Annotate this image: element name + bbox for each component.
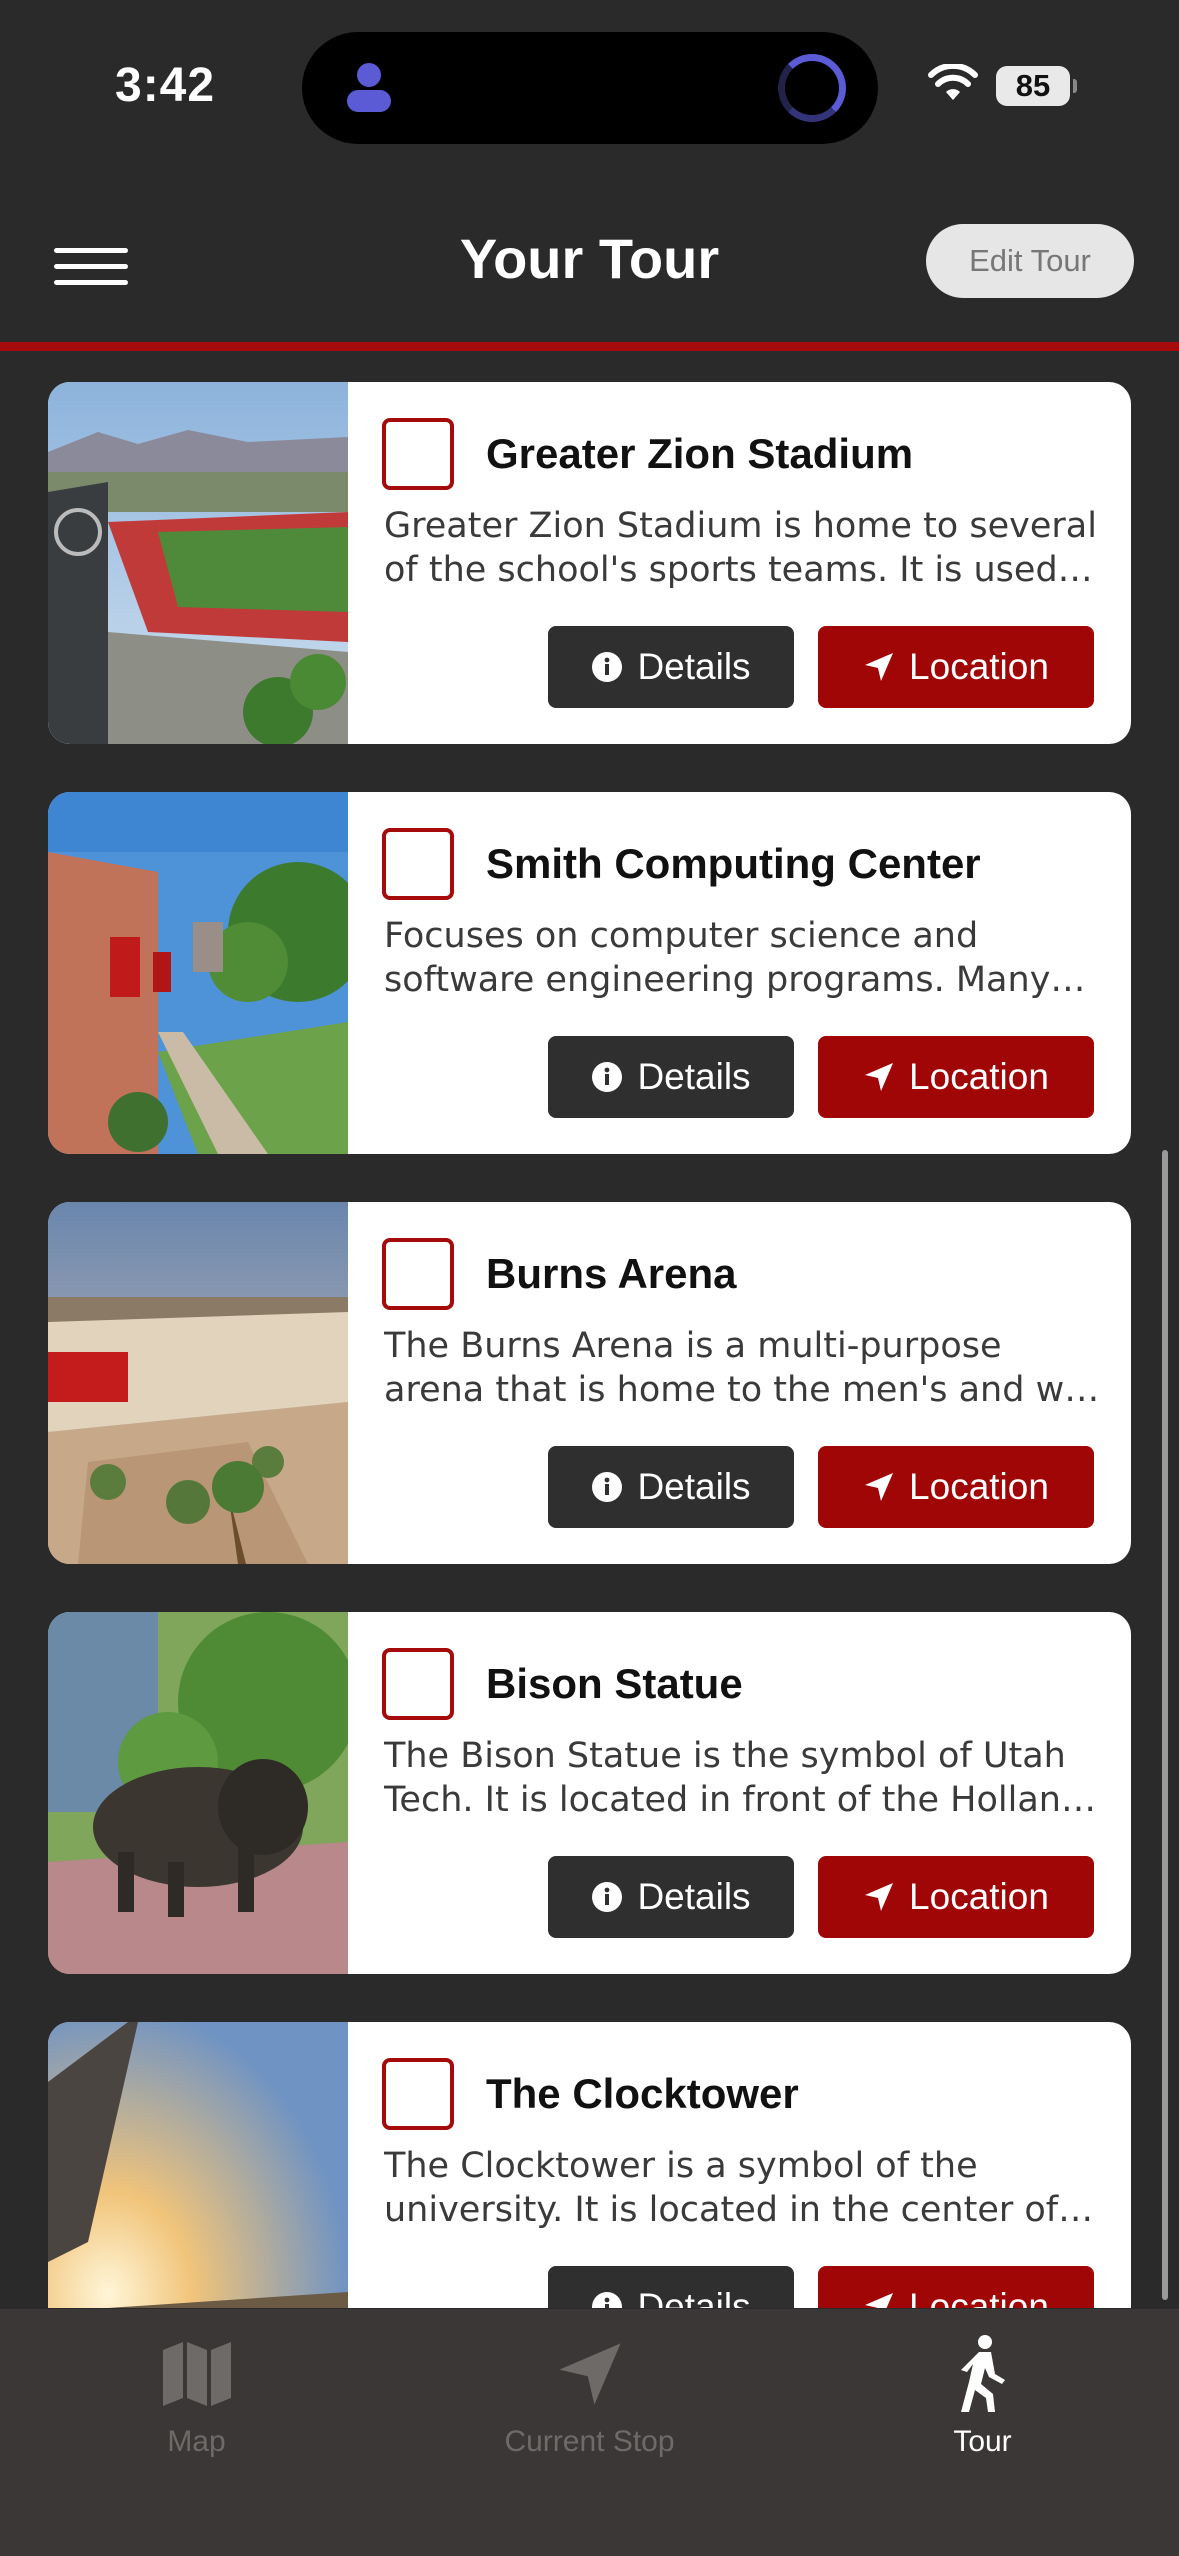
location-label: Location	[909, 646, 1049, 687]
edit-tour-button[interactable]: Edit Tour	[926, 224, 1134, 298]
info-icon	[592, 652, 623, 682]
location-button[interactable]: Location	[818, 1036, 1094, 1118]
stop-title: The Clocktower	[486, 2070, 799, 2117]
location-label: Location	[909, 1466, 1049, 1507]
stop-description: The Bison Statue is the symbol of Utah T…	[384, 1736, 1096, 1820]
details-button[interactable]: Details	[548, 1036, 794, 1118]
stop-title: Greater Zion Stadium	[486, 430, 914, 477]
tour-stop-card: Smith Computing Center Focuses on comput…	[48, 792, 1131, 1154]
details-button[interactable]: Details	[548, 1856, 794, 1938]
details-label: Details	[637, 1876, 751, 1917]
visited-checkbox[interactable]	[382, 1238, 454, 1310]
scrollbar[interactable]	[1162, 1150, 1168, 2300]
header: Your Tour Edit Tour	[0, 170, 1179, 350]
navigation-arrow-icon	[558, 2343, 621, 2405]
navigation-arrow-icon	[865, 2293, 894, 2308]
navigation-arrow-icon	[865, 653, 894, 681]
info-icon	[592, 1882, 623, 1912]
visited-checkbox[interactable]	[382, 418, 454, 490]
map-icon	[162, 2342, 231, 2406]
navigation-arrow-icon	[865, 1883, 894, 1911]
tab-current-stop[interactable]: Current Stop	[393, 2329, 786, 2479]
stop-description: The Clocktower is a symbol of the univer…	[384, 2146, 1094, 2230]
visited-checkbox[interactable]	[382, 828, 454, 900]
details-label: Details	[637, 1466, 751, 1507]
info-icon	[592, 1472, 623, 1502]
bison-statue-photo	[48, 1612, 348, 1974]
stop-title: Bison Statue	[486, 1660, 743, 1707]
tour-stop-list[interactable]: Greater Zion Stadium Greater Zion Stadiu…	[0, 351, 1179, 2308]
tab-map[interactable]: Map	[0, 2329, 393, 2479]
computing-center-photo	[48, 792, 348, 1154]
battery-icon: 85	[996, 66, 1077, 106]
tour-stop-card: The Clocktower The Clocktower is a symbo…	[48, 2022, 1131, 2308]
clocktower-photo	[48, 2022, 348, 2308]
navigation-arrow-icon	[865, 1473, 894, 1501]
dynamic-island	[302, 32, 878, 144]
details-button[interactable]: Details	[548, 626, 794, 708]
stop-description: Focuses on computer science and software…	[384, 916, 1086, 1000]
tab-bar: Map Current Stop Tour	[0, 2308, 1179, 2556]
tour-stop-card: Bison Statue The Bison Statue is the sym…	[48, 1612, 1131, 1974]
tab-map-label: Map	[167, 2425, 226, 2458]
location-label: Location	[909, 1056, 1049, 1097]
location-button[interactable]: Location	[818, 1856, 1094, 1938]
stop-description: Greater Zion Stadium is home to several …	[384, 506, 1097, 590]
details-button[interactable]: Details	[548, 2266, 794, 2308]
details-label: Details	[637, 2286, 751, 2308]
stop-title: Smith Computing Center	[486, 840, 981, 887]
status-time: 3:42	[115, 59, 216, 112]
location-label: Location	[909, 2286, 1049, 2308]
location-button[interactable]: Location	[818, 1446, 1094, 1528]
location-button[interactable]: Location	[818, 2266, 1094, 2308]
header-divider	[0, 342, 1179, 351]
activity-ring-icon	[778, 54, 846, 122]
location-label: Location	[909, 1876, 1049, 1917]
info-icon	[592, 2292, 623, 2308]
navigation-arrow-icon	[865, 1063, 894, 1091]
tab-tour[interactable]: Tour	[786, 2329, 1179, 2479]
visited-checkbox[interactable]	[382, 1648, 454, 1720]
wifi-icon	[928, 64, 978, 100]
arena-photo	[48, 1202, 348, 1564]
location-button[interactable]: Location	[818, 626, 1094, 708]
tour-stop-card: Greater Zion Stadium Greater Zion Stadiu…	[48, 382, 1131, 744]
details-label: Details	[637, 1056, 751, 1097]
tour-stop-card: Burns Arena The Burns Arena is a multi-p…	[48, 1202, 1131, 1564]
details-label: Details	[637, 646, 751, 687]
details-button[interactable]: Details	[548, 1446, 794, 1528]
stadium-photo	[48, 382, 348, 744]
stop-title: Burns Arena	[486, 1250, 737, 1297]
tab-current-stop-label: Current Stop	[504, 2425, 675, 2458]
tab-tour-label: Tour	[953, 2425, 1012, 2458]
visited-checkbox[interactable]	[382, 2058, 454, 2130]
stop-description: The Burns Arena is a multi-purpose arena…	[384, 1326, 1100, 1410]
person-icon	[347, 63, 391, 112]
info-icon	[592, 1062, 623, 1092]
walking-person-icon	[960, 2335, 1005, 2412]
status-bar: 3:42 85	[0, 0, 1179, 170]
